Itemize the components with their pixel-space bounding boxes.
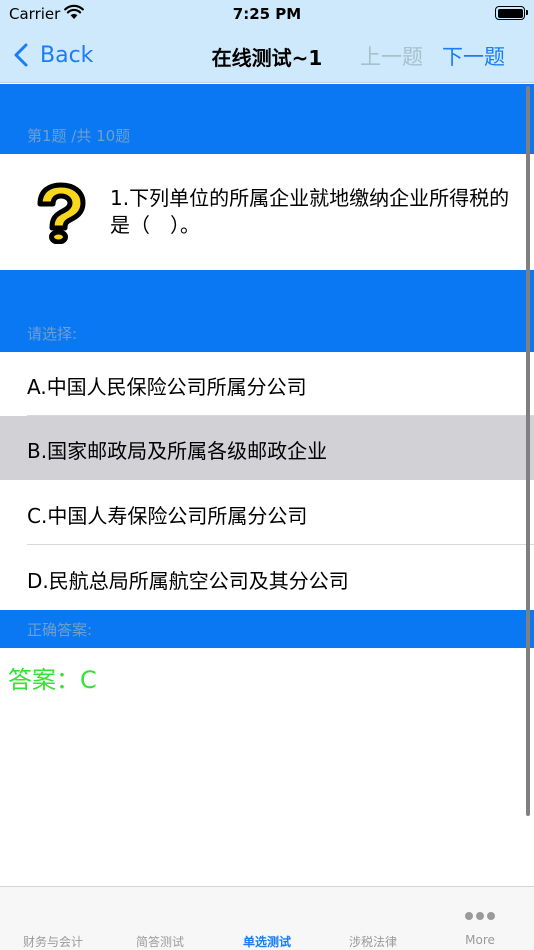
option-label: B.国家邮政局及所属各级邮政企业 <box>27 439 328 463</box>
correct-answer-label: 正确答案: <box>27 621 93 639</box>
option-d[interactable]: D.民航总局所属航空公司及其分公司 <box>0 546 534 610</box>
question-text: 1.下列单位的所属企业就地缴纳企业所得税的是（ ）。 <box>110 186 510 237</box>
question-mark-icon <box>37 182 86 244</box>
progress-header: 第1题 /共 10题 <box>0 84 534 154</box>
tab-label: 涉税法律 <box>348 935 397 949</box>
correct-answer-header: 正确答案: <box>0 610 534 648</box>
option-label: D.民航总局所属航空公司及其分公司 <box>27 569 349 593</box>
choose-label: 请选择: <box>27 325 78 343</box>
option-c[interactable]: C.中国人寿保险公司所属分公司 <box>0 481 534 545</box>
navigation-bar: Back 在线测试~1 上一题 下一题 <box>0 28 534 83</box>
more-dots-icon <box>427 905 533 924</box>
tab-label: 单选测试 <box>242 935 291 949</box>
status-bar: Carrier 7:25 PM <box>0 0 534 28</box>
option-b[interactable]: B.国家邮政局及所属各级邮政企业 <box>0 416 534 480</box>
option-label: A.中国人民保险公司所属分公司 <box>27 375 307 399</box>
tab-finance-accounting[interactable]: 财务与会计 <box>0 887 106 950</box>
question-card: 1.下列单位的所属企业就地缴纳企业所得税的是（ ）。 <box>0 154 534 270</box>
divider <box>27 544 534 545</box>
option-a[interactable]: A.中国人民保险公司所属分公司 <box>0 352 534 416</box>
tab-tax-law[interactable]: 涉税法律 <box>320 887 426 950</box>
previous-question-button[interactable]: 上一题 <box>360 41 423 71</box>
tab-single-choice-test[interactable]: 单选测试 <box>214 887 320 950</box>
battery-icon <box>495 6 528 20</box>
scrollbar[interactable] <box>526 86 530 816</box>
tab-more[interactable]: More <box>427 887 533 950</box>
tab-label: 财务与会计 <box>22 935 83 949</box>
option-label: C.中国人寿保险公司所属分公司 <box>27 504 308 528</box>
tab-bar: 财务与会计 简答测试 单选测试 涉税法律 More <box>0 886 534 950</box>
answer-text: 答案：C <box>8 666 97 694</box>
status-time: 7:25 PM <box>232 5 302 23</box>
tab-label: 简答测试 <box>135 935 184 949</box>
tab-short-answer-test[interactable]: 简答测试 <box>107 887 213 950</box>
tab-label: More <box>465 933 495 947</box>
progress-label: 第1题 /共 10题 <box>27 127 131 145</box>
screen: Carrier 7:25 PM Back 在线测试~1 上一题 下一题 第1题 … <box>0 0 534 950</box>
choose-header: 请选择: <box>0 270 534 352</box>
next-question-button[interactable]: 下一题 <box>442 41 505 71</box>
